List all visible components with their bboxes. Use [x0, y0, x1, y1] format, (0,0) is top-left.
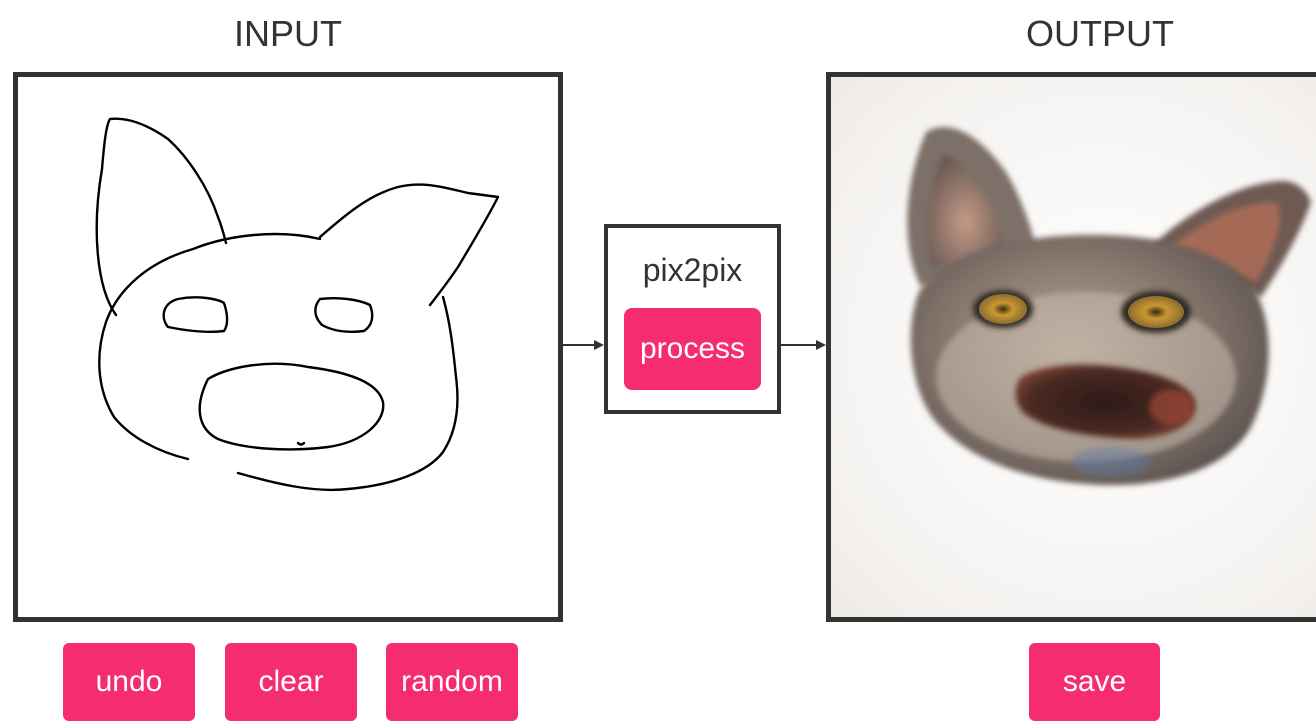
undo-button[interactable]: undo [63, 643, 195, 721]
process-button[interactable]: process [624, 308, 761, 390]
output-title: OUTPUT [1026, 13, 1174, 54]
cat-sketch-drawing [95, 117, 500, 492]
pix2pix-model-box: pix2pix process [604, 224, 781, 414]
input-drawing-canvas[interactable] [13, 72, 563, 622]
model-name: pix2pix [642, 252, 743, 288]
random-button[interactable]: random [386, 643, 518, 721]
arrow-right-icon [558, 340, 604, 350]
save-button[interactable]: save [1029, 643, 1160, 721]
output-image [826, 72, 1316, 622]
arrow-right-icon [777, 340, 826, 350]
clear-button[interactable]: clear [225, 643, 357, 721]
generated-cat-image [831, 77, 1316, 617]
input-title: INPUT [234, 13, 342, 54]
